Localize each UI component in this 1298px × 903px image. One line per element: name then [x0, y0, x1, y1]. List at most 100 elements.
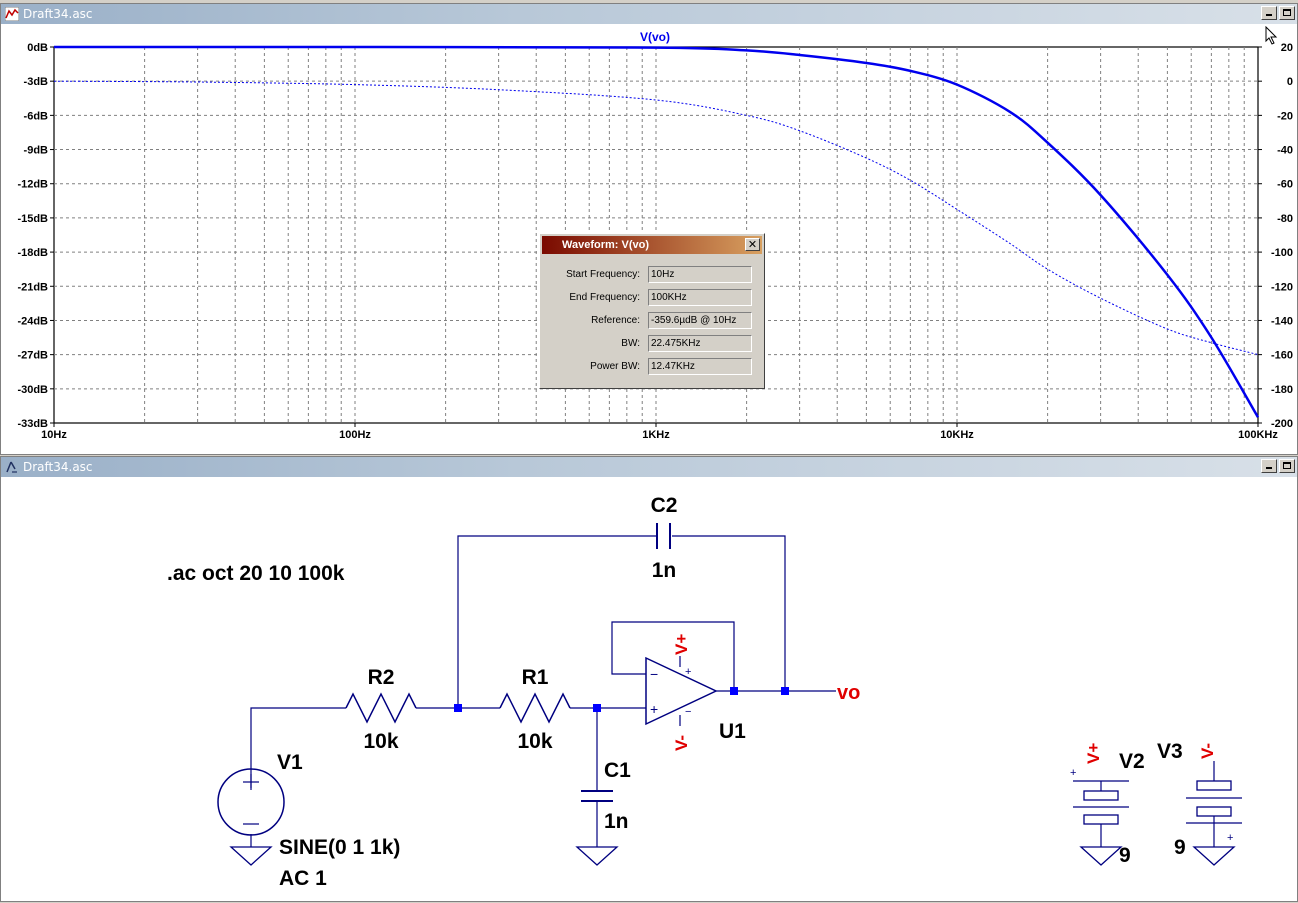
- v2-plus-sign: +: [1070, 767, 1076, 779]
- y-left-tick-label: -9dB: [24, 145, 49, 157]
- schematic-window-titlebar[interactable]: Draft34.asc: [1, 457, 1297, 477]
- opamp-inverting-sign: −: [650, 666, 658, 682]
- bw-label: BW:: [621, 338, 640, 349]
- opamp-vee-sign: −: [685, 706, 691, 718]
- dialog-row-power-bw: Power BW: 12.47KHz: [540, 358, 762, 376]
- plot-window-title: Draft34.asc: [23, 7, 93, 21]
- opamp-vcc-sign: +: [685, 666, 691, 678]
- capacitor-c1[interactable]: C1 1n: [581, 759, 631, 833]
- resistor-r1[interactable]: R1 10k: [499, 666, 571, 753]
- end-frequency-label: End Frequency:: [569, 292, 640, 303]
- v2-ref: V2: [1119, 750, 1145, 773]
- c1-ref: C1: [604, 759, 631, 782]
- y-right-tick-label: -40: [1277, 145, 1293, 157]
- y-right-tick-label: 0: [1287, 76, 1293, 88]
- power-bw-field[interactable]: 12.47KHz: [648, 358, 752, 375]
- schematic-editor-icon: [6, 461, 17, 473]
- reference-label: Reference:: [591, 315, 640, 326]
- mouse-cursor-icon: [1265, 26, 1278, 45]
- y-left-tick-label: -12dB: [17, 179, 48, 191]
- c2-ref: C2: [651, 494, 678, 517]
- y-right-tick-label: -20: [1277, 110, 1293, 122]
- close-icon: ✕: [747, 237, 758, 251]
- y-right-tick-label: -80: [1277, 213, 1293, 225]
- v1-value-ac: AC 1: [279, 867, 327, 890]
- x-tick-label: 10Hz: [41, 429, 67, 441]
- y-right-tick-label: -180: [1271, 384, 1293, 396]
- junction-dot: [593, 704, 601, 712]
- v1-ref: V1: [277, 751, 303, 774]
- x-tick-label: 100Hz: [339, 429, 371, 441]
- battery-v2[interactable]: + V+ V2 9: [1070, 743, 1145, 867]
- ground-icon: [1079, 846, 1123, 866]
- reference-field[interactable]: -359.6µdB @ 10Hz: [648, 312, 752, 329]
- start-frequency-label: Start Frequency:: [566, 269, 640, 280]
- y-right-tick-label: -60: [1277, 179, 1293, 191]
- resistor-symbol-icon: [499, 692, 571, 724]
- y-right-tick-label: -160: [1271, 350, 1293, 362]
- bw-field[interactable]: 22.475KHz: [648, 335, 752, 352]
- power-bw-label: Power BW:: [590, 361, 640, 372]
- dialog-close-button[interactable]: ✕: [745, 238, 760, 251]
- y-left-tick-label: -18dB: [17, 247, 48, 259]
- y-left-tick-label: -6dB: [24, 110, 49, 122]
- schematic-window-title: Draft34.asc: [23, 460, 93, 474]
- vo-net-label[interactable]: vo: [837, 682, 860, 704]
- y-left-tick-label: -30dB: [17, 384, 48, 396]
- opamp-pos-rail-label: V+: [672, 634, 691, 655]
- y-left-tick-label: 0dB: [27, 42, 48, 54]
- x-tick-label: 100KHz: [1238, 429, 1278, 441]
- capacitor-symbol-icon: [581, 790, 613, 802]
- voltage-source-v1[interactable]: V1 SINE(0 1 1k) AC 1: [217, 751, 400, 890]
- waveform-viewer-icon: [5, 7, 19, 21]
- r1-ref: R1: [522, 666, 549, 689]
- v2-pos-rail-label: V+: [1084, 743, 1103, 764]
- start-frequency-field[interactable]: 10Hz: [648, 266, 752, 283]
- trace-label[interactable]: V(vo): [640, 30, 670, 44]
- v3-value: 9: [1174, 836, 1186, 859]
- x-tick-label: 10KHz: [940, 429, 974, 441]
- ground-icon: [575, 846, 619, 866]
- resistor-r2[interactable]: R2 10k: [345, 666, 417, 753]
- v3-neg-rail-label: V-: [1198, 743, 1217, 759]
- plot-window-titlebar[interactable]: Draft34.asc: [1, 4, 1297, 24]
- plot-minimize-button[interactable]: [1261, 6, 1277, 20]
- r2-value: 10k: [363, 730, 398, 753]
- capacitor-c2[interactable]: C2 1n: [651, 494, 678, 582]
- spice-directive[interactable]: .ac oct 20 10 100k: [167, 562, 345, 585]
- waveform-dialog-title[interactable]: Waveform: V(vo) ✕: [542, 236, 762, 254]
- ground-icon: [1192, 846, 1236, 866]
- u1-ref: U1: [719, 720, 746, 743]
- plot-window[interactable]: Draft34.asc 0dB -3dB -6dB -9dB -12dB -15dB -18…: [0, 3, 1298, 455]
- y-left-tick-label: -21dB: [17, 281, 48, 293]
- opamp-noninverting-sign: +: [650, 701, 658, 717]
- waveform-dialog-title-text: Waveform: V(vo): [562, 239, 649, 251]
- ground-icon: [229, 846, 273, 866]
- y-left-tick-label: -15dB: [17, 213, 48, 225]
- schematic-maximize-button[interactable]: [1279, 459, 1295, 473]
- junction-dot: [454, 704, 462, 712]
- junction-dot: [781, 687, 789, 695]
- schematic-window[interactable]: Draft34.asc .ac oct 20 10 100k R2 10k R1…: [0, 456, 1298, 902]
- dialog-row-start-frequency: Start Frequency: 10Hz: [540, 266, 762, 284]
- resistor-symbol-icon: [345, 692, 417, 724]
- battery-v3[interactable]: + V- V3 9: [1157, 740, 1242, 859]
- v3-ref: V3: [1157, 740, 1183, 763]
- plot-maximize-button[interactable]: [1279, 6, 1295, 20]
- y-right-tick-label: 20: [1281, 42, 1293, 54]
- v3-plus-sign: +: [1227, 832, 1233, 844]
- y-left-tick-label: -27dB: [17, 350, 48, 362]
- dialog-row-reference: Reference: -359.6µdB @ 10Hz: [540, 312, 762, 330]
- schematic-canvas[interactable]: .ac oct 20 10 100k R2 10k R1 10k C2 1n C…: [1, 477, 1297, 901]
- y-right-tick-label: -120: [1271, 281, 1293, 293]
- v1-value-sine: SINE(0 1 1k): [279, 836, 400, 859]
- y-left-tick-label: -24dB: [17, 315, 48, 327]
- end-frequency-field[interactable]: 100KHz: [648, 289, 752, 306]
- schematic-minimize-button[interactable]: [1261, 459, 1277, 473]
- y-right-tick-label: -140: [1271, 315, 1293, 327]
- c1-value: 1n: [604, 810, 629, 833]
- waveform-dialog[interactable]: Waveform: V(vo) ✕ Start Frequency: 10Hz …: [539, 233, 765, 389]
- dialog-row-end-frequency: End Frequency: 100KHz: [540, 289, 762, 307]
- c2-value: 1n: [652, 559, 677, 582]
- r2-ref: R2: [368, 666, 395, 689]
